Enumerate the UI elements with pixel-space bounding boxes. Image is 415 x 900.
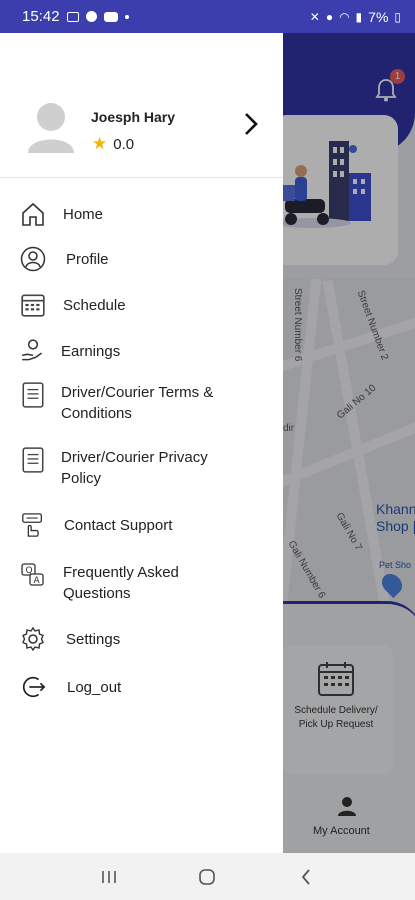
menu-item-label: Contact Support [64, 516, 173, 534]
menu-item-label: Driver/Courier Privacy Policy [61, 449, 208, 487]
menu-item-label: Home [63, 205, 104, 223]
menu-item-home[interactable]: Home [0, 198, 283, 230]
home-icon [22, 202, 44, 226]
rating: ★ 0.0 [92, 134, 134, 154]
back-button[interactable] [286, 857, 326, 897]
menu-item-settings[interactable]: Settings [0, 623, 283, 655]
profile-icon [20, 246, 46, 272]
wifi-icon: ◠ [339, 9, 350, 24]
signal-icon: ▮ [355, 9, 363, 24]
facebook-icon [85, 11, 97, 22]
menu-item-label: Settings [66, 630, 121, 648]
battery-icon: ▯ [394, 9, 401, 24]
battery-level: 7% [368, 8, 389, 25]
recent-apps-icon [102, 870, 116, 883]
status-time: 15:42 [22, 8, 60, 25]
system-navigation-bar [0, 853, 415, 900]
calendar-icon [21, 294, 45, 317]
navigation-drawer: Joesph Hary ★ 0.0 Home Profile Schedule [0, 33, 283, 853]
menu-item-earnings[interactable]: Earnings [0, 335, 283, 367]
gear-icon [22, 626, 44, 652]
menu-item-label: Earnings [61, 342, 121, 360]
avatar [28, 103, 74, 153]
menu-item-label: Driver/Courier Terms & Conditions [61, 384, 214, 422]
rating-value: 0.0 [113, 135, 135, 153]
drawer-scrim[interactable] [283, 33, 415, 853]
gallery-icon [66, 11, 79, 22]
recent-apps-button[interactable] [89, 857, 129, 897]
menu-item-profile[interactable]: Profile [0, 243, 283, 275]
more-notifications-icon [124, 14, 129, 19]
profile-header[interactable]: Joesph Hary ★ 0.0 [0, 33, 283, 178]
support-icon [22, 513, 43, 537]
home-circle-icon [199, 868, 216, 885]
menu-item-contact-support[interactable]: Contact Support [0, 509, 283, 541]
document-icon [22, 382, 44, 408]
faq-icon: Q A [21, 563, 44, 586]
user-name: Joesph Hary [91, 109, 176, 125]
svg-text:A: A [34, 576, 41, 586]
menu-item-logout[interactable]: Log_out [0, 671, 283, 703]
menu-item-privacy-policy[interactable]: Driver/Courier Privacy Policy [0, 444, 283, 492]
earnings-icon [22, 339, 43, 361]
menu-item-label: Schedule [63, 296, 126, 314]
menu-item-schedule[interactable]: Schedule [0, 289, 283, 321]
mute-icon: ✕ [309, 9, 320, 24]
home-button[interactable] [187, 857, 227, 897]
logout-icon [22, 676, 46, 698]
location-icon: ● [325, 9, 334, 24]
menu-item-faq[interactable]: Q A Frequently Asked Questions [0, 559, 283, 607]
back-icon [301, 868, 310, 885]
menu-item-terms[interactable]: Driver/Courier Terms & Conditions [0, 379, 283, 427]
youtube-icon [103, 11, 118, 22]
background-app[interactable]: 1 Street Number 6 Street Number 2 Gali N… [283, 33, 415, 853]
menu-item-label: Log_out [67, 678, 122, 696]
document-icon [22, 447, 44, 473]
star-icon: ★ [92, 134, 108, 153]
menu-item-label: Profile [66, 250, 109, 268]
menu-item-label: Frequently Asked Questions [63, 564, 179, 602]
chevron-right-icon[interactable] [243, 112, 259, 136]
status-bar: 15:42 ✕ ● ◠ ▮ 7% ▯ [0, 0, 415, 33]
